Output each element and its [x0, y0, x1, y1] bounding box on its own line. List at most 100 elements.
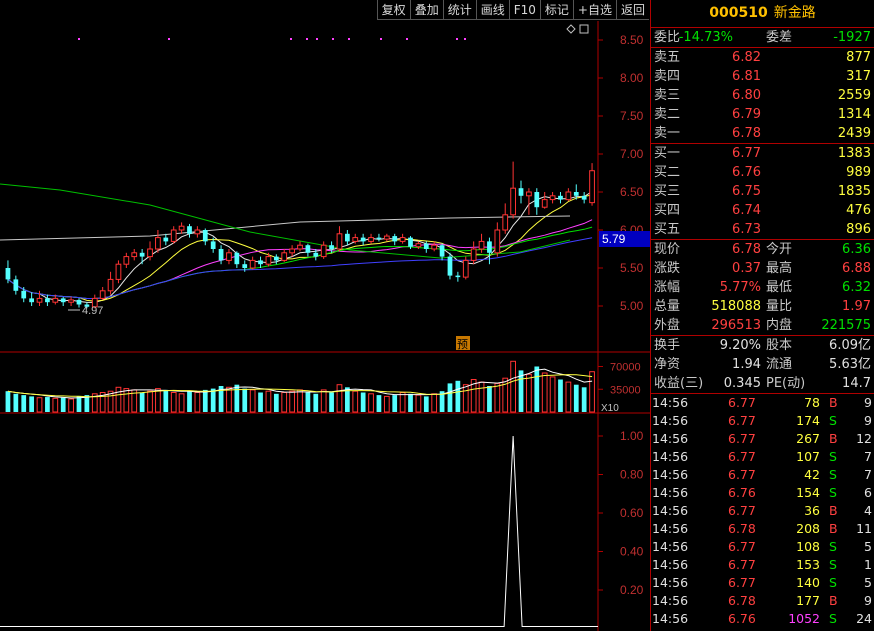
event-dot — [348, 38, 350, 40]
candle-body — [455, 275, 461, 278]
event-dot — [464, 38, 466, 40]
volume-bar — [487, 386, 492, 412]
candle-body — [21, 290, 27, 299]
tick-list[interactable]: 14:56 6.77 78 B 9 14:56 6.77 174 S 9 14:56 6.77 267 B… — [651, 394, 874, 628]
tick-price: 6.76 — [728, 485, 756, 500]
bids-row[interactable]: 买五 6.73 896 — [651, 220, 874, 239]
bids-row[interactable]: 买四 6.74 476 — [651, 201, 874, 220]
toolbar-button-0[interactable]: 复权 — [376, 0, 410, 20]
bids-label: 买一 — [654, 146, 681, 161]
price-tick-label: 7.00 — [620, 147, 644, 161]
quote-label: 涨跌 — [654, 261, 681, 276]
kline-chart[interactable]: 8.508.007.507.006.506.005.505.004.975.79… — [0, 0, 650, 631]
price-tick-label: 5.00 — [620, 299, 644, 313]
tick-row[interactable]: 14:56 6.77 140 S 5 — [651, 574, 874, 592]
candle-body — [273, 256, 279, 261]
bids-row[interactable]: 买二 6.76 989 — [651, 163, 874, 182]
tick-row[interactable]: 14:56 6.77 36 B 4 — [651, 502, 874, 520]
toolbar-button-6[interactable]: +自选 — [572, 0, 616, 20]
candle-body — [187, 226, 192, 234]
volume-bar — [258, 392, 263, 412]
volume-bar — [589, 371, 595, 413]
volume-bar — [29, 396, 34, 412]
asks-row[interactable]: 卖一 6.78 2439 — [651, 124, 874, 143]
tick-row[interactable]: 14:56 6.77 174 S 9 — [651, 412, 874, 430]
volume-bar — [45, 397, 50, 412]
quote-value: 5.77% — [719, 280, 761, 295]
bids-volume: 1383 — [837, 146, 871, 161]
tick-price: 6.77 — [728, 467, 756, 482]
tick-volume: 108 — [796, 539, 820, 554]
volume-bar — [76, 396, 82, 412]
volume-bar — [526, 373, 532, 413]
candle-body — [60, 298, 66, 303]
bids-price: 6.75 — [732, 184, 761, 199]
ind-tick-label: 1.00 — [620, 429, 644, 443]
volume-bar — [408, 393, 413, 412]
candle-body — [487, 241, 492, 253]
asks-row[interactable]: 卖五 6.82 877 — [651, 48, 874, 67]
tick-volume: 107 — [796, 449, 820, 464]
candle-body — [163, 237, 169, 242]
candle-body — [147, 248, 153, 258]
tick-price: 6.77 — [728, 431, 756, 446]
event-dot — [332, 38, 334, 40]
fund-row: 净资 1.94 流通 5.63亿 — [651, 355, 874, 374]
candle-body — [305, 245, 311, 253]
candle-body — [52, 297, 59, 303]
volume-bar — [36, 397, 43, 413]
event-dot — [306, 38, 308, 40]
tick-side: S — [829, 557, 837, 572]
asks-volume: 2559 — [837, 88, 871, 103]
tick-volume: 1052 — [788, 611, 820, 626]
tick-row[interactable]: 14:56 6.77 78 B 9 — [651, 394, 874, 412]
tick-side: S — [829, 485, 837, 500]
volume-bar — [60, 397, 66, 412]
tick-row[interactable]: 14:56 6.77 42 S 7 — [651, 466, 874, 484]
asks-row[interactable]: 卖四 6.81 317 — [651, 67, 874, 86]
quote-value: 296513 — [711, 318, 761, 333]
candle-body — [439, 245, 445, 257]
asks-label: 卖二 — [654, 107, 681, 122]
indicator-line — [0, 435, 598, 627]
volume-bar — [368, 393, 374, 413]
candle-body — [265, 256, 272, 265]
bids-row[interactable]: 买一 6.77 1383 — [651, 144, 874, 163]
asks-row[interactable]: 卖二 6.79 1314 — [651, 105, 874, 124]
tick-row[interactable]: 14:56 6.77 108 S 5 — [651, 538, 874, 556]
candle-body — [258, 260, 263, 265]
volume-bar — [123, 388, 130, 413]
fund-label: 收益(三) — [654, 376, 704, 391]
tick-row[interactable]: 14:56 6.77 107 S 7 — [651, 448, 874, 466]
candle-body — [5, 268, 11, 280]
bids-row[interactable]: 买三 6.75 1835 — [651, 182, 874, 201]
asks-label: 卖四 — [654, 69, 681, 84]
candle-body — [123, 256, 130, 265]
toolbar-button-4[interactable]: F10 — [508, 0, 540, 20]
volume-bar — [352, 390, 359, 413]
volume-bar — [447, 383, 453, 412]
tick-row[interactable]: 14:56 6.77 153 S 1 — [651, 556, 874, 574]
toolbar-button-5[interactable]: 标记 — [539, 0, 573, 20]
price-tick-label: 6.50 — [620, 185, 644, 199]
asks-price: 6.81 — [732, 69, 761, 84]
toolbar-button-3[interactable]: 画线 — [475, 0, 509, 20]
tick-row[interactable]: 14:56 6.78 208 B 11 — [651, 520, 874, 538]
bids-label: 买五 — [654, 222, 681, 237]
toolbar-button-1[interactable]: 叠加 — [409, 0, 443, 20]
candle-body — [336, 233, 343, 250]
quote-row: 涨跌 0.37 最高 6.88 — [651, 259, 874, 278]
candle-body — [218, 249, 224, 261]
bids-volume: 896 — [846, 222, 871, 237]
volume-bar — [155, 388, 161, 413]
asks-row[interactable]: 卖三 6.80 2559 — [651, 86, 874, 105]
tick-price: 6.78 — [728, 521, 756, 536]
toolbar-button-7[interactable]: 返回 — [615, 0, 649, 20]
vol-tick-label: 70000 — [610, 362, 641, 374]
toolbar-button-2[interactable]: 统计 — [442, 0, 476, 20]
tick-row[interactable]: 14:56 6.76 1052 S 24 — [651, 610, 874, 628]
tick-row[interactable]: 14:56 6.78 177 B 9 — [651, 592, 874, 610]
tick-row[interactable]: 14:56 6.77 267 B 12 — [651, 430, 874, 448]
low-label: 4.97 — [82, 305, 103, 317]
tick-row[interactable]: 14:56 6.76 154 S 6 — [651, 484, 874, 502]
